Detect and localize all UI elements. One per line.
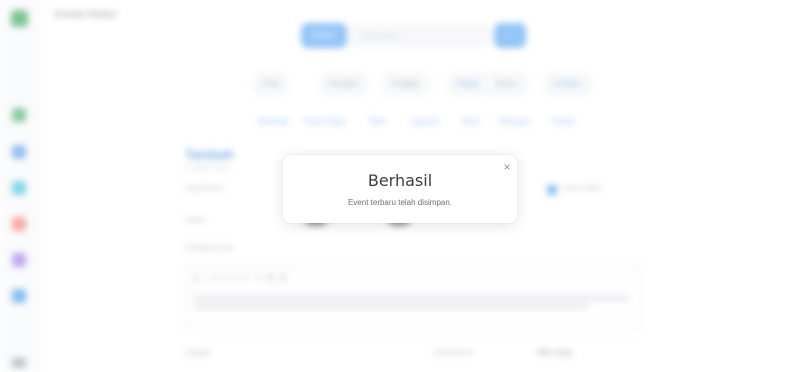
dialog-title: Berhasil bbox=[367, 171, 433, 190]
dialog-message: Event terbaru telah disimpan. bbox=[347, 198, 453, 207]
success-dialog: × Berhasil Event terbaru telah disimpan. bbox=[283, 155, 517, 223]
